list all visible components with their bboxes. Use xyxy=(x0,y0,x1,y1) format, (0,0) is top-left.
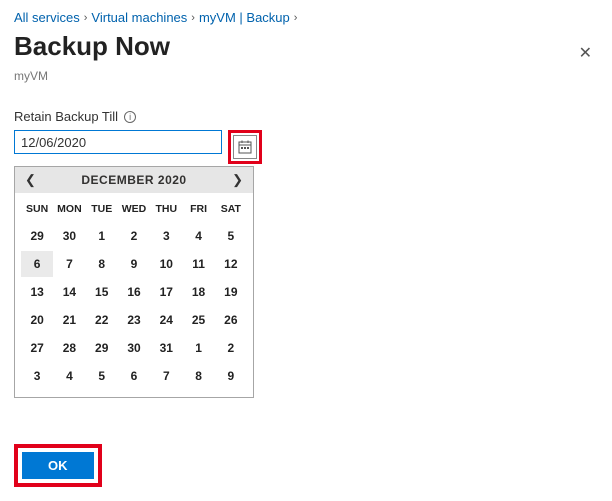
calendar-icon xyxy=(238,140,252,154)
calendar-dow: FRI xyxy=(182,197,214,221)
calendar-day[interactable]: 7 xyxy=(53,251,85,277)
calendar-popup: ❮ DECEMBER 2020 ❯ SUNMONTUEWEDTHUFRISAT 2… xyxy=(14,166,254,398)
breadcrumb-link[interactable]: All services xyxy=(14,10,80,25)
calendar-day[interactable]: 24 xyxy=(150,307,182,333)
info-icon[interactable]: i xyxy=(124,111,136,123)
calendar-dow: THU xyxy=(150,197,182,221)
calendar-day[interactable]: 5 xyxy=(86,363,118,389)
calendar-day[interactable]: 19 xyxy=(215,279,247,305)
calendar-day[interactable]: 29 xyxy=(21,223,53,249)
calendar-day[interactable]: 26 xyxy=(215,307,247,333)
calendar-dow: MON xyxy=(53,197,85,221)
breadcrumb-link[interactable]: myVM | Backup xyxy=(199,10,290,25)
calendar-dow: TUE xyxy=(86,197,118,221)
calendar-day[interactable]: 5 xyxy=(215,223,247,249)
calendar-day[interactable]: 17 xyxy=(150,279,182,305)
calendar-next-button[interactable]: ❯ xyxy=(228,170,247,190)
calendar-day[interactable]: 27 xyxy=(21,335,53,361)
calendar-prev-button[interactable]: ❮ xyxy=(21,170,40,190)
ok-button[interactable]: OK xyxy=(22,452,94,479)
calendar-button-highlight xyxy=(228,130,262,164)
calendar-grid: SUNMONTUEWEDTHUFRISAT2930123456789101112… xyxy=(15,193,253,397)
calendar-day[interactable]: 18 xyxy=(182,279,214,305)
calendar-day[interactable]: 9 xyxy=(215,363,247,389)
calendar-day[interactable]: 7 xyxy=(150,363,182,389)
calendar-day[interactable]: 3 xyxy=(21,363,53,389)
breadcrumb: All services›Virtual machines›myVM | Bac… xyxy=(14,6,598,27)
calendar-day[interactable]: 1 xyxy=(182,335,214,361)
breadcrumb-link[interactable]: Virtual machines xyxy=(91,10,187,25)
retain-backup-date-input[interactable] xyxy=(14,130,222,154)
calendar-day[interactable]: 30 xyxy=(53,223,85,249)
calendar-day[interactable]: 23 xyxy=(118,307,150,333)
calendar-day[interactable]: 2 xyxy=(118,223,150,249)
calendar-day[interactable]: 15 xyxy=(86,279,118,305)
page-title: Backup Now xyxy=(14,31,170,62)
calendar-day[interactable]: 20 xyxy=(21,307,53,333)
ok-button-highlight: OK xyxy=(14,444,102,487)
chevron-right-icon: › xyxy=(294,12,298,24)
calendar-day[interactable]: 28 xyxy=(53,335,85,361)
calendar-dow: SAT xyxy=(215,197,247,221)
calendar-day[interactable]: 12 xyxy=(215,251,247,277)
calendar-day[interactable]: 22 xyxy=(86,307,118,333)
calendar-day[interactable]: 8 xyxy=(182,363,214,389)
calendar-day[interactable]: 8 xyxy=(86,251,118,277)
calendar-day[interactable]: 10 xyxy=(150,251,182,277)
calendar-day[interactable]: 25 xyxy=(182,307,214,333)
calendar-day[interactable]: 30 xyxy=(118,335,150,361)
page-subtitle: myVM xyxy=(14,69,598,83)
retain-backup-label: Retain Backup Till xyxy=(14,109,118,124)
calendar-day[interactable]: 2 xyxy=(215,335,247,361)
calendar-dow: SUN xyxy=(21,197,53,221)
calendar-day[interactable]: 6 xyxy=(118,363,150,389)
calendar-day[interactable]: 13 xyxy=(21,279,53,305)
calendar-day[interactable]: 6 xyxy=(21,251,53,277)
calendar-day[interactable]: 21 xyxy=(53,307,85,333)
chevron-right-icon: › xyxy=(84,12,88,24)
calendar-day[interactable]: 29 xyxy=(86,335,118,361)
calendar-day[interactable]: 9 xyxy=(118,251,150,277)
calendar-day[interactable]: 16 xyxy=(118,279,150,305)
calendar-button[interactable] xyxy=(233,135,257,159)
calendar-day[interactable]: 14 xyxy=(53,279,85,305)
calendar-header: ❮ DECEMBER 2020 ❯ xyxy=(15,167,253,193)
calendar-day[interactable]: 4 xyxy=(53,363,85,389)
calendar-dow: WED xyxy=(118,197,150,221)
calendar-day[interactable]: 1 xyxy=(86,223,118,249)
calendar-day[interactable]: 4 xyxy=(182,223,214,249)
calendar-day[interactable]: 11 xyxy=(182,251,214,277)
chevron-right-icon: › xyxy=(191,12,195,24)
calendar-day[interactable]: 31 xyxy=(150,335,182,361)
calendar-title: DECEMBER 2020 xyxy=(81,173,186,187)
close-icon[interactable]: ✕ xyxy=(573,39,598,67)
calendar-day[interactable]: 3 xyxy=(150,223,182,249)
